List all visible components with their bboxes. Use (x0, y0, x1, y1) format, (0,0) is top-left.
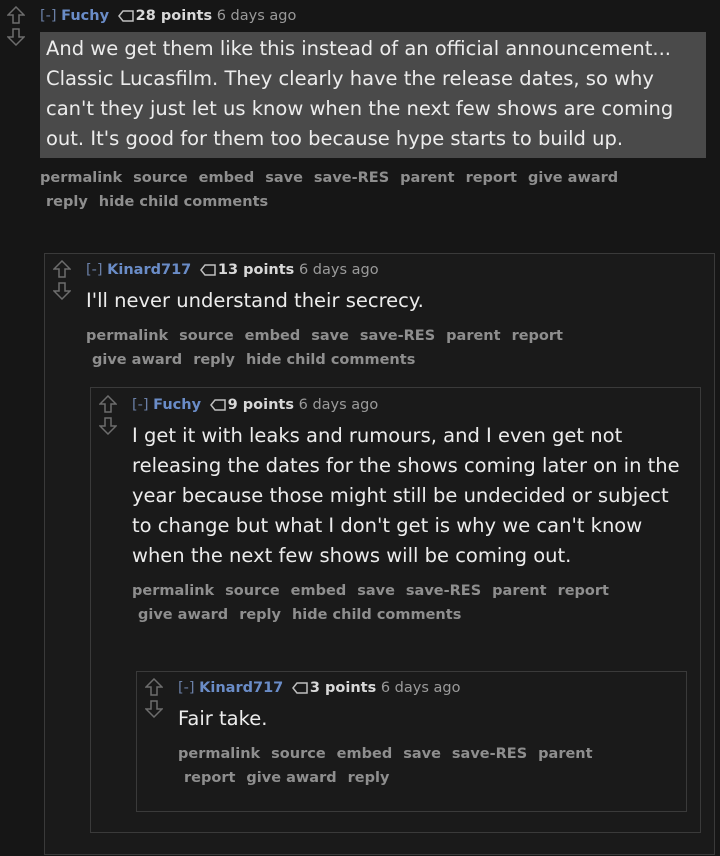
give-award-button[interactable]: give award (92, 352, 182, 368)
save-button[interactable]: save (311, 328, 349, 344)
comment: [-] Fuchy 9 points 6 days ago I get it w… (96, 395, 691, 627)
comment-tagline: [-] Kinard717 13 points 6 days ago (86, 260, 700, 280)
report-button[interactable]: report (466, 170, 517, 186)
author-link[interactable]: Kinard717 (199, 680, 283, 696)
comment-body: I'll never understand their secrecy. (86, 289, 424, 312)
hide-child-comments-button[interactable]: hide child comments (246, 352, 415, 368)
comment-tagline: [-] Fuchy 9 points 6 days ago (132, 395, 691, 415)
give-award-button[interactable]: give award (528, 170, 618, 186)
permalink-button[interactable]: permalink (86, 328, 168, 344)
save-res-button[interactable]: save-RES (360, 328, 435, 344)
tag-icon[interactable] (199, 263, 216, 277)
source-button[interactable]: source (225, 583, 280, 599)
comment-body: I get it with leaks and rumours, and I e… (132, 424, 680, 567)
permalink-button[interactable]: permalink (178, 746, 260, 762)
upvote-icon[interactable] (53, 260, 71, 278)
vote-arrows (96, 395, 120, 435)
source-button[interactable]: source (133, 170, 188, 186)
report-button[interactable]: report (558, 583, 609, 599)
upvote-icon[interactable] (99, 395, 117, 413)
embed-button[interactable]: embed (245, 328, 301, 344)
timestamp: 6 days ago (380, 680, 461, 696)
score: 3 points (309, 680, 377, 696)
collapse-toggle[interactable]: [-] (132, 397, 149, 413)
source-button[interactable]: source (179, 328, 234, 344)
score: 9 points (227, 397, 294, 413)
comment-actions: permalink source embed save save-RES parent re… (40, 166, 680, 214)
reply-button[interactable]: reply (193, 352, 235, 368)
collapse-toggle[interactable]: [-] (40, 8, 57, 24)
parent-button[interactable]: parent (492, 583, 546, 599)
parent-button[interactable]: parent (446, 328, 500, 344)
vote-arrows (50, 260, 74, 300)
save-button[interactable]: save (357, 583, 395, 599)
parent-button[interactable]: parent (538, 746, 592, 762)
embed-button[interactable]: embed (199, 170, 255, 186)
comment: [-] Fuchy 28 points 6 days ago And we ge… (4, 6, 714, 214)
source-button[interactable]: source (271, 746, 326, 762)
save-res-button[interactable]: save-RES (314, 170, 389, 186)
vote-arrows (142, 678, 166, 718)
collapse-toggle[interactable]: [-] (86, 262, 103, 278)
tag-icon[interactable] (209, 398, 226, 412)
comment: [-] Kinard717 13 points 6 days ago I'll … (50, 260, 700, 372)
save-button[interactable]: save (403, 746, 441, 762)
embed-button[interactable]: embed (337, 746, 393, 762)
author-link[interactable]: Kinard717 (107, 262, 191, 278)
give-award-button[interactable]: give award (246, 770, 336, 786)
timestamp: 6 days ago (298, 397, 379, 413)
score: 28 points (135, 8, 213, 24)
parent-button[interactable]: parent (400, 170, 454, 186)
comment-body: Fair take. (178, 707, 268, 730)
downvote-icon[interactable] (7, 28, 25, 46)
comment-tagline: [-] Fuchy 28 points 6 days ago (40, 6, 714, 26)
timestamp: 6 days ago (298, 262, 379, 278)
report-button[interactable]: report (184, 770, 235, 786)
author-link[interactable]: Fuchy (153, 397, 201, 413)
tag-icon[interactable] (291, 681, 308, 695)
hide-child-comments-button[interactable]: hide child comments (99, 194, 268, 210)
save-button[interactable]: save (265, 170, 303, 186)
reply-button[interactable]: reply (239, 607, 281, 623)
downvote-icon[interactable] (53, 282, 71, 300)
vote-arrows (4, 6, 28, 46)
tag-icon[interactable] (117, 9, 134, 23)
reply-button[interactable]: reply (348, 770, 390, 786)
permalink-button[interactable]: permalink (40, 170, 122, 186)
comment-actions: permalink source embed save save-RES parent r… (178, 742, 648, 790)
score: 13 points (217, 262, 295, 278)
comment-actions: permalink source embed save save-RES parent re… (86, 324, 646, 372)
timestamp: 6 days ago (216, 8, 297, 24)
permalink-button[interactable]: permalink (132, 583, 214, 599)
author-link[interactable]: Fuchy (61, 8, 109, 24)
collapse-toggle[interactable]: [-] (178, 680, 195, 696)
reply-button[interactable]: reply (46, 194, 88, 210)
downvote-icon[interactable] (99, 417, 117, 435)
embed-button[interactable]: embed (291, 583, 347, 599)
upvote-icon[interactable] (145, 678, 163, 696)
comment: [-] Kinard717 3 points 6 days ago Fair t… (142, 678, 677, 790)
comment-actions: permalink source embed save save-RES parent re… (132, 579, 662, 627)
save-res-button[interactable]: save-RES (406, 583, 481, 599)
save-res-button[interactable]: save-RES (452, 746, 527, 762)
report-button[interactable]: report (512, 328, 563, 344)
comment-tagline: [-] Kinard717 3 points 6 days ago (178, 678, 677, 698)
upvote-icon[interactable] (7, 6, 25, 24)
hide-child-comments-button[interactable]: hide child comments (292, 607, 461, 623)
give-award-button[interactable]: give award (138, 607, 228, 623)
comment-body: And we get them like this instead of an … (40, 32, 706, 158)
downvote-icon[interactable] (145, 700, 163, 718)
